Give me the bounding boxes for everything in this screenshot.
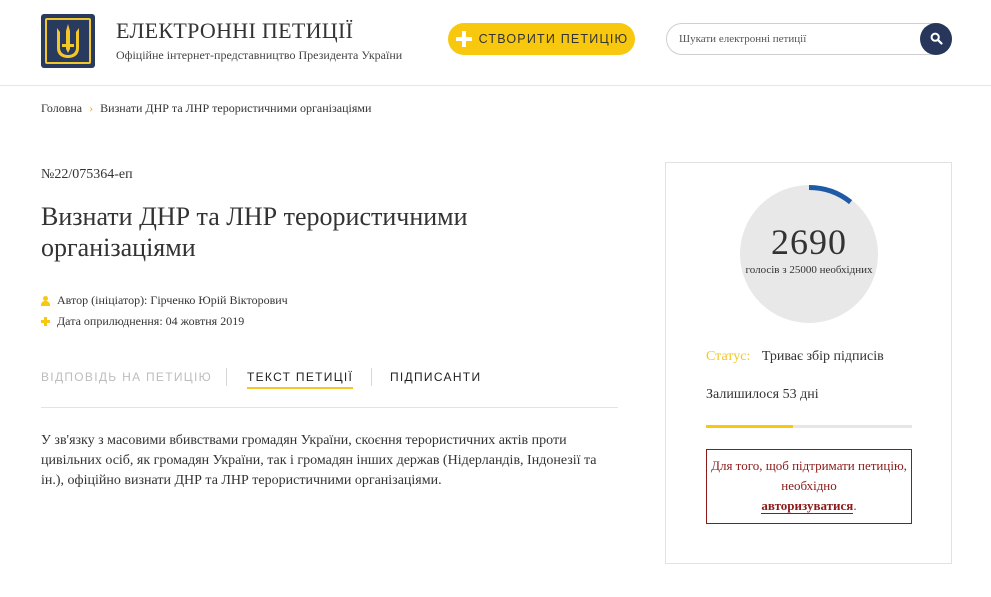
auth-text: Для того, щоб підтримати петицію, необхі…	[711, 458, 907, 493]
breadcrumb-home-link[interactable]: Головна	[41, 101, 82, 116]
tab-petition-text[interactable]: ТЕКСТ ПЕТИЦІЇ	[247, 370, 354, 389]
petition-sidebar: 2690 голосів з 25000 необхідних Статус: …	[665, 162, 952, 564]
author-name: Гірченко Юрій Вікторович	[150, 293, 288, 307]
remaining-days: Залишилося 53 дні	[706, 387, 819, 402]
breadcrumb: Головна › Визнати ДНР та ЛНР терористичн…	[41, 101, 371, 116]
plus-icon	[455, 30, 473, 48]
time-progress-fill	[706, 425, 793, 428]
auth-notice: Для того, щоб підтримати петицію, необхі…	[706, 449, 912, 524]
trident-emblem-icon	[57, 24, 79, 58]
auth-end: .	[853, 498, 857, 513]
person-icon	[41, 295, 50, 306]
author-label: Автор (ініціатор):	[57, 293, 148, 307]
status-value: Триває збір підписів	[761, 349, 884, 364]
petition-number: №22/075364-еп	[41, 167, 133, 182]
tab-divider	[226, 368, 227, 386]
site-header: ЕЛЕКТРОННІ ПЕТИЦІЇ Офіційне інтернет-пре…	[0, 0, 991, 86]
petition-author: Автор (ініціатор): Гірченко Юрій Вікторо…	[41, 293, 288, 308]
date-value: 04 жовтня 2019	[165, 314, 245, 328]
tab-signers[interactable]: ПІДПИСАНТИ	[390, 370, 481, 384]
breadcrumb-current: Визнати ДНР та ЛНР терористичними органі…	[100, 101, 372, 115]
login-link[interactable]: авторизуватися	[761, 498, 854, 514]
plus-icon	[41, 317, 50, 326]
status-label: Статус:	[706, 349, 751, 364]
site-title[interactable]: ЕЛЕКТРОННІ ПЕТИЦІЇ	[116, 18, 353, 44]
chevron-right-icon: ›	[89, 101, 94, 115]
status-row: Статус: Триває збір підписів	[706, 349, 884, 365]
search-box	[666, 23, 952, 55]
petition-tabs: ВІДПОВІДЬ НА ПЕТИЦІЮ ТЕКСТ ПЕТИЦІЇ ПІДПИ…	[41, 366, 618, 408]
date-label: Дата оприлюднення:	[57, 314, 163, 328]
create-petition-button[interactable]: СТВОРИТИ ПЕТИЦІЮ	[448, 23, 635, 55]
petition-title: Визнати ДНР та ЛНР терористичними органі…	[41, 202, 468, 262]
trident-logo-icon[interactable]	[41, 14, 95, 68]
petition-date: Дата оприлюднення: 04 жовтня 2019	[41, 314, 244, 329]
create-petition-label: СТВОРИТИ ПЕТИЦІЮ	[478, 32, 629, 46]
site-subtitle: Офіційне інтернет-представництво Президе…	[116, 48, 403, 62]
vote-count: 2690	[771, 222, 847, 262]
petition-text: У зв'язку з масовими вбивствами громадян…	[41, 433, 597, 488]
time-progress-bar	[706, 425, 912, 428]
vote-caption: голосів з 25000 необхідних	[745, 264, 873, 276]
search-button[interactable]	[920, 23, 952, 55]
search-input[interactable]	[679, 29, 909, 49]
tab-divider	[371, 368, 372, 386]
tab-answer[interactable]: ВІДПОВІДЬ НА ПЕТИЦІЮ	[41, 370, 212, 384]
search-icon	[930, 32, 943, 45]
